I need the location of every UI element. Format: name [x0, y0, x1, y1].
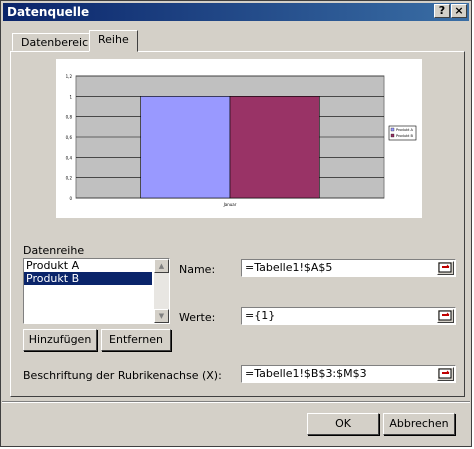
series-list-scrollbar[interactable]: ▲ ▼ [154, 259, 169, 323]
x-axis-label: Januar [223, 202, 237, 207]
bar-produkt-a [140, 96, 231, 199]
legend-label: Produkt A [396, 128, 414, 132]
legend-swatch [390, 133, 395, 138]
title-bar: Datenquelle [3, 3, 469, 21]
chart-preview-svg: 1,2 1 0,8 0,6 0,4 0,2 0 Januar Produkt A Produkt … [66, 74, 417, 207]
series-list-item-a[interactable]: Produkt A [24, 259, 152, 272]
name-collapse-button[interactable] [437, 261, 454, 275]
help-button[interactable]: ? [434, 4, 450, 18]
name-field-value: =Tabelle1!$A$5 [245, 261, 333, 274]
chart-preview: 1,2 1 0,8 0,6 0,4 0,2 0 Januar Produkt A Produkt … [56, 59, 422, 218]
range-select-icon [438, 262, 452, 273]
window-title: Datenquelle [7, 5, 90, 19]
bar-produkt-b [229, 96, 320, 199]
series-group-label: Datenreihe [23, 244, 85, 257]
y-tick-label: 0,4 [66, 155, 73, 160]
y-tick-label: 0,8 [66, 115, 73, 120]
y-tick-label: 1 [69, 94, 72, 99]
range-select-icon [438, 368, 452, 379]
category-axis-label: Beschriftung der Rubrikenachse (X): [23, 369, 222, 382]
werte-label: Werte: [179, 311, 216, 324]
legend-label: Produkt B [396, 134, 414, 138]
remove-series-button[interactable]: Entfernen [101, 329, 171, 351]
name-label: Name: [179, 263, 216, 276]
category-axis-field-value: =Tabelle1!$B$3:$M$3 [245, 367, 367, 380]
tab-reihe[interactable]: Reihe [89, 30, 138, 52]
series-listbox[interactable]: Produkt A Produkt B ▲ ▼ [23, 258, 170, 324]
werte-field[interactable]: ={1} [241, 307, 456, 325]
y-tick-label: 0,6 [66, 135, 73, 140]
werte-collapse-button[interactable] [437, 309, 454, 323]
scroll-down-icon[interactable]: ▼ [154, 309, 169, 323]
range-select-icon [438, 310, 452, 321]
category-axis-field[interactable]: =Tabelle1!$B$3:$M$3 [241, 365, 456, 383]
legend-swatch [390, 127, 395, 132]
series-list-item-b[interactable]: Produkt B [24, 272, 152, 285]
add-series-button[interactable]: Hinzufügen [23, 329, 97, 351]
name-field[interactable]: =Tabelle1!$A$5 [241, 259, 456, 277]
cancel-button[interactable]: Abbrechen [383, 413, 455, 435]
y-tick-label: 0 [69, 196, 72, 201]
werte-field-value: ={1} [245, 309, 276, 322]
footer-separator [2, 401, 470, 403]
scroll-up-icon[interactable]: ▲ [154, 259, 169, 273]
close-button[interactable]: × [451, 4, 467, 18]
y-tick-label: 1,2 [66, 74, 73, 79]
ok-button[interactable]: OK [307, 413, 379, 435]
category-collapse-button[interactable] [437, 367, 454, 381]
datenquelle-dialog: Datenquelle ? × Datenbereich Reihe 1,2 1 0… [0, 0, 472, 447]
y-tick-label: 0,2 [66, 176, 73, 181]
